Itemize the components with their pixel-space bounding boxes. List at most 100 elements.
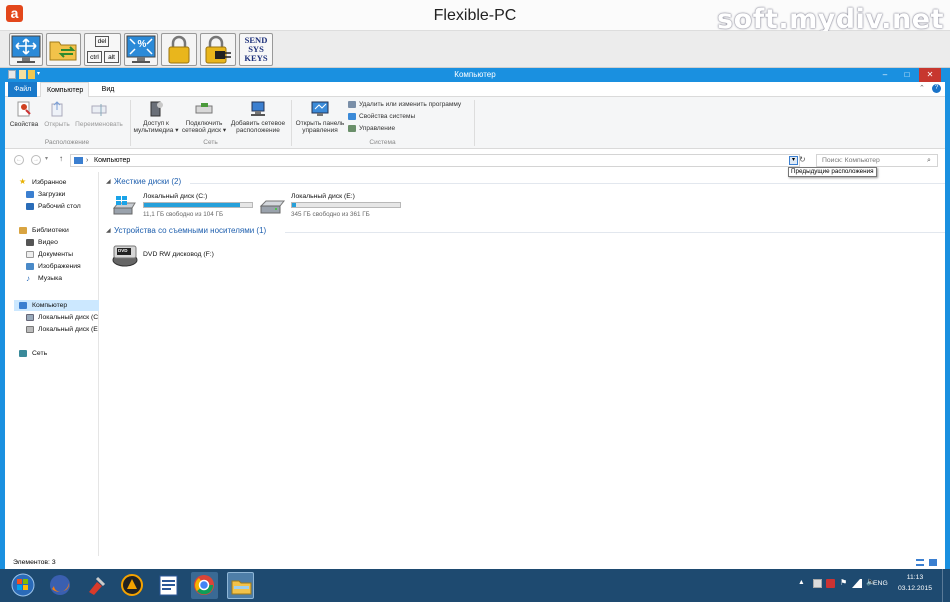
tab-file[interactable]: Файл	[8, 82, 37, 97]
firefox-button[interactable]	[47, 572, 74, 599]
uninstall-program-button[interactable]: Удалить или изменить программу	[348, 100, 473, 109]
media-access-label-2: мультимедиа ▾	[133, 127, 179, 134]
drive-c-item[interactable]: Локальный диск (C:) 11,1 ГБ свободно из …	[111, 192, 256, 220]
map-drive-label-1: Подключить	[185, 120, 223, 127]
ribbon-panel: Свойства Открыть Переименовать Расположе…	[5, 97, 945, 149]
nav-item-desktop[interactable]: Рабочий стол	[38, 202, 81, 211]
firefox-icon	[50, 575, 70, 595]
map-network-drive-button[interactable]: Подключить сетевой диск ▾	[181, 99, 227, 137]
nav-computer[interactable]: Компьютер	[32, 301, 67, 310]
properties-button[interactable]: Свойства	[9, 99, 39, 133]
word-button[interactable]	[155, 572, 182, 599]
address-dropdown-icon[interactable]: ▾	[789, 156, 798, 165]
ribbon-separator	[474, 100, 475, 146]
search-input[interactable]: Поиск: Компьютер ⌕	[816, 154, 938, 167]
start-orb-icon	[11, 573, 35, 597]
system-properties-button[interactable]: Свойства системы	[348, 112, 473, 121]
nav-item-downloads[interactable]: Загрузки	[38, 190, 65, 199]
ctrl-alt-del-button[interactable]: del ctrl alt	[84, 33, 121, 66]
qat-dropdown-icon[interactable]: ▾	[37, 70, 43, 79]
rename-icon	[91, 104, 107, 116]
help-icon[interactable]: ?	[932, 84, 941, 93]
collapse-removable-icon[interactable]: ◢	[106, 227, 111, 234]
network-signal-icon[interactable]	[852, 579, 862, 588]
properties-qat-icon[interactable]	[19, 70, 26, 79]
details-view-icon[interactable]	[916, 559, 924, 566]
desktop-icon	[26, 203, 34, 210]
open-button[interactable]: Открыть	[42, 99, 72, 133]
tab-view[interactable]: Вид	[93, 82, 123, 97]
chrome-button[interactable]	[191, 572, 218, 599]
fullscreen-monitor-button[interactable]	[9, 33, 43, 66]
lock-input-button[interactable]	[200, 33, 236, 66]
nav-item-drive-c[interactable]: Локальный диск (C	[38, 313, 98, 322]
ribbon-collapse-icon[interactable]: ⌃	[919, 84, 928, 94]
tray-overflow-icon[interactable]: ▲	[798, 579, 806, 586]
forward-icon[interactable]: →	[31, 155, 41, 165]
drive-e-free-space: 345 ГБ свободно из 361 ГБ	[291, 211, 370, 218]
nav-item-video[interactable]: Видео	[38, 238, 58, 247]
drive-c-icon	[26, 314, 34, 321]
taskbar: ▲ ⚑ 🔈 ENG 11:13 03.12.2015	[0, 569, 950, 602]
clock-time[interactable]: 11:13	[904, 574, 926, 581]
manage-button[interactable]: Управление	[348, 124, 473, 133]
app-toolbar: del ctrl alt % SEND SYS KEYS	[0, 31, 950, 68]
removable-header[interactable]: Устройства со съемными носителями (1)	[114, 226, 266, 235]
add-network-location-button[interactable]: Добавить сетевое расположение	[228, 99, 288, 137]
search-placeholder: Поиск: Компьютер	[822, 157, 880, 164]
drive-e-usage-bar	[291, 202, 401, 208]
send-sys-keys-button[interactable]: SEND SYS KEYS	[239, 33, 273, 66]
programs-icon	[348, 101, 356, 108]
scale-view-button[interactable]: %	[124, 33, 158, 66]
ribbon-tabs: Файл Компьютер Вид ⌃ ?	[5, 82, 945, 97]
explorer-button[interactable]	[227, 572, 254, 599]
address-box[interactable]: › Компьютер ▾	[70, 154, 800, 167]
start-button[interactable]	[10, 572, 37, 599]
rename-button[interactable]: Переименовать	[73, 99, 125, 133]
maximize-button[interactable]: □	[897, 68, 917, 82]
nav-item-music[interactable]: Музыка	[38, 274, 62, 283]
aimp-button[interactable]	[119, 572, 146, 599]
tool-app-button[interactable]	[83, 572, 110, 599]
media-access-button[interactable]: Доступ к мультимедиа ▾	[133, 99, 179, 137]
minimize-button[interactable]: –	[875, 68, 895, 82]
show-desktop-button[interactable]	[942, 569, 948, 602]
nav-network[interactable]: Сеть	[32, 349, 47, 358]
tab-computer[interactable]: Компьютер	[40, 82, 89, 97]
clock-date[interactable]: 03.12.2015	[897, 585, 933, 592]
dvd-drive-name: DVD RW дисковод (F:)	[143, 251, 214, 258]
drive-c-name: Локальный диск (C:)	[143, 193, 208, 200]
nav-libraries[interactable]: Библиотеки	[32, 226, 69, 235]
hard-drives-header[interactable]: Жесткие диски (2)	[114, 177, 181, 186]
control-panel-button[interactable]: Открыть панель управления	[294, 99, 346, 137]
key-del: del	[95, 36, 109, 47]
search-icon[interactable]: ⌕	[927, 155, 931, 166]
system-properties-label: Свойства системы	[359, 113, 416, 120]
lock-button[interactable]	[161, 33, 197, 66]
recent-locations-icon[interactable]: ▾	[45, 155, 53, 165]
large-icons-view-icon[interactable]	[929, 559, 937, 566]
drive-e-item[interactable]: Локальный диск (E:) 345 ГБ свободно из 3…	[259, 192, 404, 220]
file-transfer-button[interactable]	[46, 33, 81, 66]
dvd-drive-item[interactable]: DVD DVD RW дисковод (F:)	[111, 240, 231, 270]
drive-c-usage-bar	[143, 202, 253, 208]
close-button[interactable]: ✕	[919, 68, 941, 82]
new-folder-qat-icon[interactable]	[28, 70, 35, 79]
back-icon[interactable]: ←	[14, 155, 24, 165]
breadcrumb-chevron-icon: ›	[86, 157, 89, 164]
nav-item-documents[interactable]: Документы	[38, 250, 73, 259]
tray-app-icon[interactable]	[826, 579, 835, 588]
documents-icon	[26, 251, 34, 258]
app-logo-icon: a	[6, 5, 23, 22]
pictures-icon	[26, 263, 34, 270]
nav-favorites[interactable]: Избранное	[32, 178, 66, 187]
flag-icon[interactable]: ⚑	[840, 578, 849, 588]
refresh-icon[interactable]: ↻	[799, 155, 807, 165]
nav-item-pictures[interactable]: Изображения	[38, 262, 81, 271]
language-indicator[interactable]: ENG	[873, 580, 888, 587]
breadcrumb[interactable]: Компьютер	[94, 155, 130, 166]
action-center-icon[interactable]	[813, 579, 822, 588]
up-icon[interactable]: ↑	[59, 154, 67, 166]
nav-item-drive-e[interactable]: Локальный диск (E	[38, 325, 98, 334]
collapse-hdd-icon[interactable]: ◢	[106, 178, 111, 185]
